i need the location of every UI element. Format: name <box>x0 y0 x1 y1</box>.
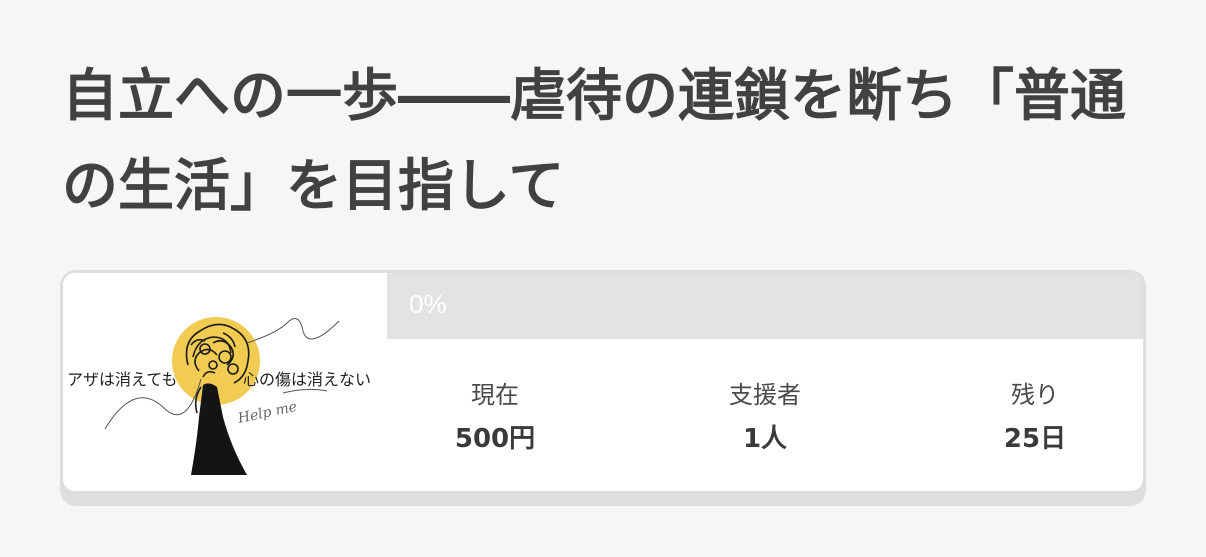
project-card-body: アザは消えても 心の傷は消えない Help me 0% 現在 500円 支援者 … <box>63 273 1143 491</box>
project-page: 自立への一歩――虐待の連鎖を断ち「普通の生活」を目指して アザは消えても 心の傷… <box>0 0 1206 557</box>
funding-progress-bar: 0% <box>387 273 1143 339</box>
thumbnail-text-script: Help me <box>236 399 299 427</box>
stat-label: 支援者 <box>729 381 801 409</box>
project-title[interactable]: 自立への一歩――虐待の連鎖を断ち「普通の生活」を目指して <box>62 52 1152 232</box>
stat-days-remaining: 残り 25日 <box>909 339 1143 491</box>
thumbnail-text-right: 心の傷は消えない <box>243 370 371 389</box>
stat-value: 500円 <box>454 424 536 454</box>
funding-progress-label: 0% <box>409 289 447 319</box>
stat-current-amount: 現在 500円 <box>369 339 621 491</box>
project-stats: 現在 500円 支援者 1人 残り 25日 <box>387 339 1143 491</box>
thumbnail-text-left: アザは消えても <box>67 370 177 389</box>
stat-label: 現在 <box>471 381 519 409</box>
stat-value: 25日 <box>1003 424 1067 454</box>
project-card[interactable]: アザは消えても 心の傷は消えない Help me 0% 現在 500円 支援者 … <box>60 270 1146 506</box>
project-thumbnail[interactable]: アザは消えても 心の傷は消えない Help me <box>63 273 387 491</box>
stat-label: 残り <box>1011 381 1059 409</box>
thumbnail-illustration: アザは消えても 心の傷は消えない Help me <box>67 317 371 475</box>
stat-supporters: 支援者 1人 <box>639 339 891 491</box>
stat-value: 1人 <box>742 424 788 454</box>
